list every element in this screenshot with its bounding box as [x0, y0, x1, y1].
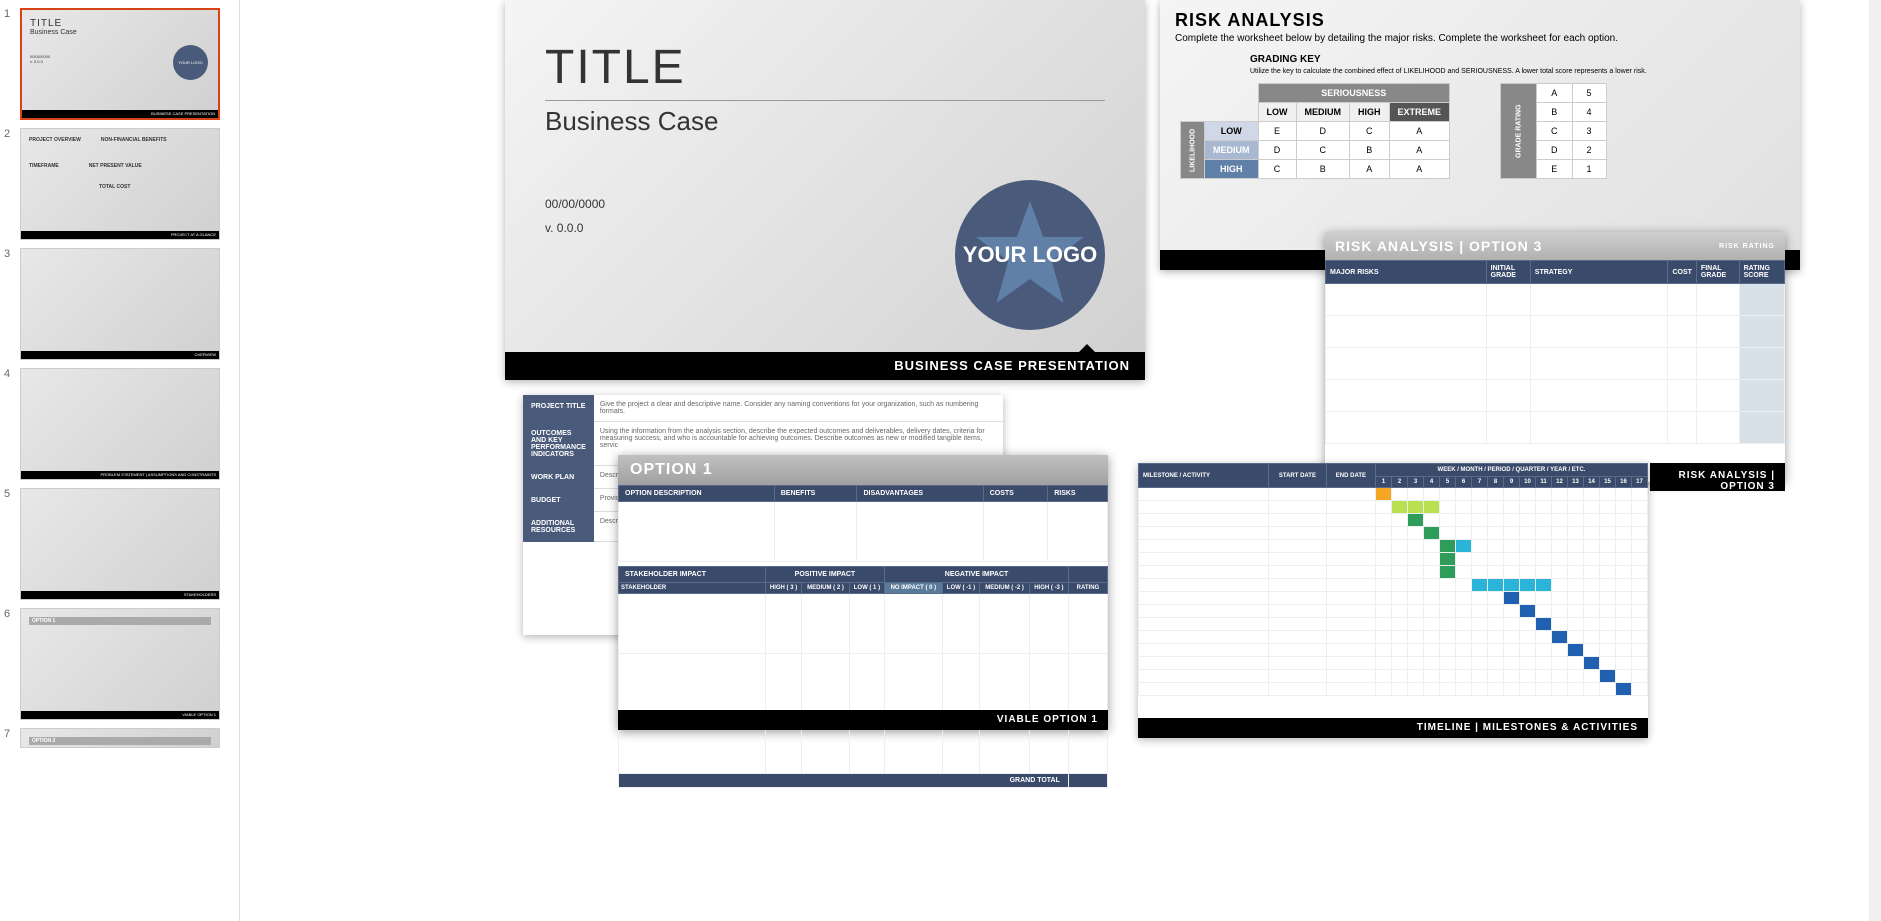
slide-thumb-3[interactable]: 3 OVERVIEW [20, 248, 227, 360]
slide-number: 6 [4, 608, 10, 620]
grading-key-desc: Utilize the key to calculate the combine… [1160, 68, 1800, 83]
timeline-footer: TIMELINE | MILESTONES & ACTIVITIES [1138, 718, 1648, 738]
risk-matrix-table: SERIOUSNESS LOW MEDIUM HIGH EXTREME LIKE… [1180, 83, 1450, 179]
risk-title: RISK ANALYSIS [1160, 0, 1800, 33]
logo-placeholder: YOUR LOGO [955, 180, 1105, 330]
risk-analysis-slide: RISK ANALYSIS Complete the worksheet bel… [1160, 0, 1800, 270]
logo-text: YOUR LOGO [963, 243, 1097, 267]
option1-slide: OPTION 1 OPTION DESCRIPTION BENEFITS DIS… [618, 455, 1108, 730]
thumb-title: TITLE [30, 18, 210, 29]
thumb-footer: OVERVIEW [21, 351, 219, 359]
grade-rating-table: GRADE RATING A5 B4 C3 D2 E1 [1500, 83, 1607, 179]
risk-option3-slide: RISK ANALYSIS | OPTION 3RISK RATING MAJO… [1325, 232, 1785, 482]
slide-footer: BUSINESS CASE PRESENTATION [505, 352, 1145, 380]
header-right: RISK RATING [1719, 238, 1775, 254]
slide-subtitle: Business Case [545, 100, 1105, 137]
slide-thumb-6[interactable]: 6 OPTION 1 VIABLE OPTION 1 [20, 608, 227, 720]
gantt-chart: MILESTONE / ACTIVITY START DATE END DATE… [1138, 463, 1648, 696]
title-slide: TITLE Business Case 00/00/0000 v. 0.0.0 … [505, 0, 1145, 380]
option1-footer: VIABLE OPTION 1 [618, 710, 1108, 730]
risk-desc: Complete the worksheet below by detailin… [1160, 33, 1800, 54]
slide-number: 7 [4, 728, 10, 740]
slide-thumb-5[interactable]: 5 STAKEHOLDERS [20, 488, 227, 600]
thumb-footer: BUSINESS CASE PRESENTATION [22, 110, 218, 118]
thumb-logo: YOUR LOGO [173, 45, 208, 80]
slide-thumb-2[interactable]: 2 PROJECT OVERVIEWNON-FINANCIAL BENEFITS… [20, 128, 227, 240]
slide-number: 2 [4, 128, 10, 140]
slide-panel[interactable]: 1 TITLE Business Case 00/00/0000 v. 0.0.… [0, 0, 240, 921]
slide-number: 5 [4, 488, 10, 500]
slide-number: 3 [4, 248, 10, 260]
thumb-subtitle: Business Case [30, 29, 210, 36]
timeline-slide: MILESTONE / ACTIVITY START DATE END DATE… [1138, 463, 1648, 738]
thumb-footer: VIABLE OPTION 1 [21, 711, 219, 719]
slide-number: 4 [4, 368, 10, 380]
risk-option3-footer: RISK ANALYSIS | OPTION 3 [1650, 463, 1785, 491]
slide-thumb-4[interactable]: 4 PROBLEM STATEMENT | ASSUMPTIONS AND CO… [20, 368, 227, 480]
slide-number: 1 [4, 8, 10, 20]
slide-thumb-1[interactable]: 1 TITLE Business Case 00/00/0000 v. 0.0.… [20, 8, 227, 120]
option1-header: OPTION 1 [618, 455, 1108, 485]
slide-title: TITLE [505, 0, 1145, 95]
thumb-footer: PROBLEM STATEMENT | ASSUMPTIONS AND CONS… [21, 471, 219, 479]
thumb-footer: STAKEHOLDERS [21, 591, 219, 599]
thumb-footer: PROJECT AT A GLANCE [21, 231, 219, 239]
grading-key-label: GRADING KEY [1160, 54, 1800, 68]
main-canvas: TITLE Business Case 00/00/0000 v. 0.0.0 … [240, 0, 1881, 921]
header-text: RISK ANALYSIS | OPTION 3 [1335, 238, 1542, 254]
slide-thumb-7[interactable]: 7 OPTION 2 [20, 728, 227, 748]
